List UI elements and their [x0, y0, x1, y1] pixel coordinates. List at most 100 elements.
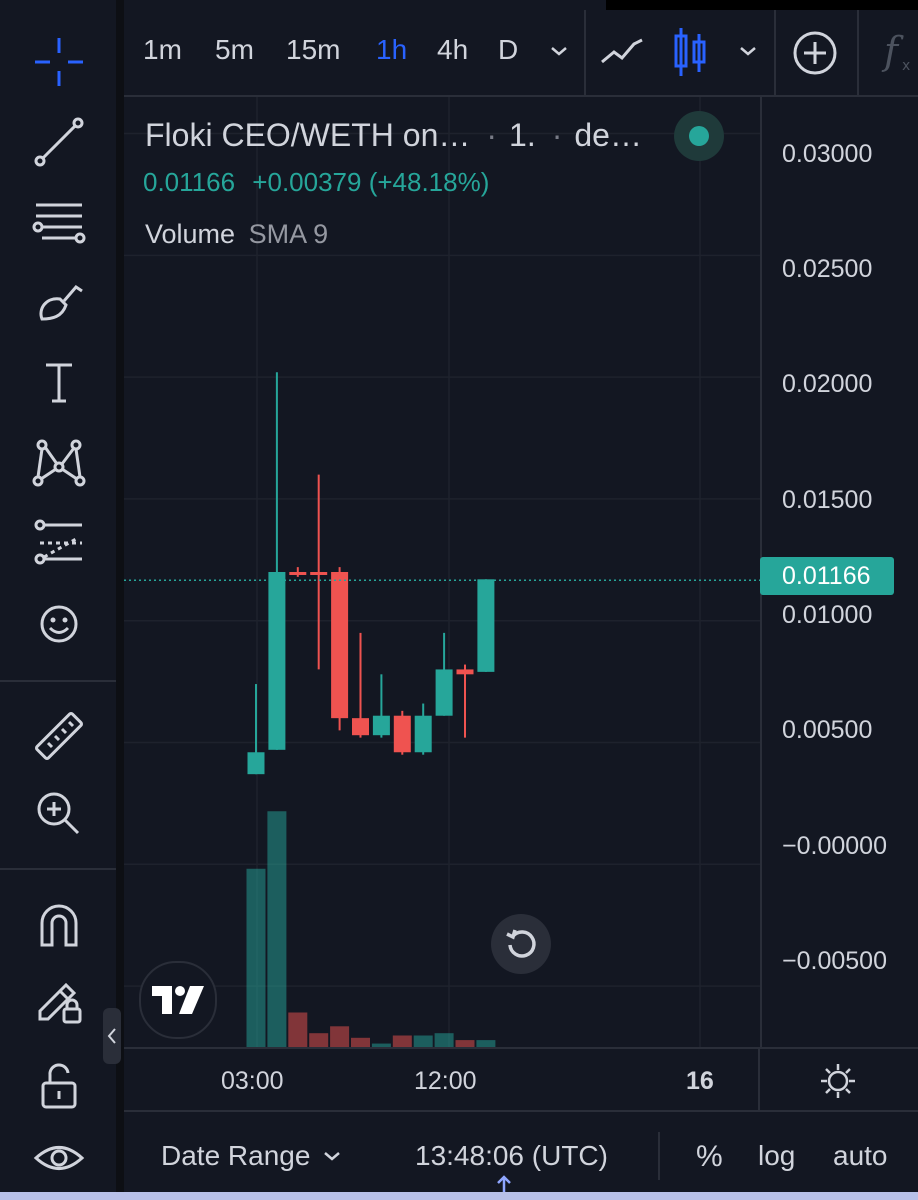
arrow-up-icon — [497, 1175, 511, 1194]
drawing-toolbar — [0, 0, 116, 1200]
current-price-label: 0.01166 — [782, 562, 871, 590]
lock-drawings-icon[interactable] — [22, 970, 96, 1030]
price-tick-label: 0.01500 — [782, 486, 873, 514]
nav-indicator-bar — [0, 1192, 918, 1200]
indicator-name: Volume — [145, 219, 236, 249]
pattern-icon[interactable] — [22, 432, 96, 492]
magnet-icon[interactable] — [22, 896, 96, 956]
reset-icon — [506, 929, 536, 958]
volume-bar — [455, 1040, 475, 1047]
bottom-toolbar: Date Range 13:48:06 (UTC) % log auto — [124, 1110, 918, 1194]
toolbar-divider — [857, 10, 859, 96]
eye-icon[interactable] — [22, 1128, 96, 1188]
toolbar-divider — [0, 680, 116, 682]
percent-scale-toggle[interactable]: % — [696, 1140, 723, 1174]
volume-bar — [330, 1026, 350, 1047]
symbol-legend[interactable]: Floki CEO/WETH on… · 1. · de… — [145, 117, 642, 154]
price-tick-label: −0.00500 — [782, 947, 887, 975]
toolbar-divider — [774, 10, 776, 96]
price-tick-label: −0.00000 — [782, 832, 887, 860]
volume-bar — [392, 1035, 412, 1047]
timeframe-15m[interactable]: 15m — [286, 34, 340, 66]
chevron-left-icon — [107, 1028, 116, 1044]
price-tick-label: 0.03000 — [782, 140, 873, 168]
candle-body — [310, 572, 328, 575]
candle-body — [247, 752, 265, 775]
candle-body — [289, 572, 307, 575]
price-tick-label: 0.02000 — [782, 370, 873, 398]
chart-pane[interactable]: Floki CEO/WETH on… · 1. · de… 0.01166 +0… — [124, 97, 760, 1047]
candle-body — [414, 715, 432, 753]
reset-chart-button[interactable] — [491, 914, 551, 974]
date-range-label: Date Range — [161, 1140, 311, 1171]
candle-body — [456, 669, 474, 675]
text-icon[interactable] — [22, 352, 96, 412]
forecast-icon[interactable] — [22, 512, 96, 572]
market-status-indicator[interactable] — [674, 111, 724, 161]
axis-divider — [758, 1049, 760, 1112]
volume-bar — [434, 1033, 454, 1047]
line-chart-icon[interactable] — [598, 32, 646, 72]
svg-text:x: x — [902, 58, 910, 74]
candles — [247, 372, 495, 775]
timeframe-4h[interactable]: 4h — [437, 34, 468, 66]
function-icon[interactable]: fx — [880, 26, 918, 76]
chevron-down-icon — [324, 1152, 341, 1161]
symbol-name: Floki CEO/WETH on… — [145, 117, 471, 153]
symbol-exchange: de… — [574, 117, 642, 153]
volume-bar — [413, 1035, 433, 1047]
candle-body — [435, 669, 453, 716]
crosshair-icon[interactable] — [22, 32, 96, 92]
add-indicator-icon[interactable] — [792, 30, 838, 76]
volume-bar — [267, 811, 287, 1047]
status-strip — [606, 0, 918, 10]
top-toolbar: 1m 5m 15m 1h 4h D fx — [124, 10, 918, 96]
timeframe-d[interactable]: D — [498, 34, 518, 66]
timeframe-5m[interactable]: 5m — [215, 34, 254, 66]
last-price: 0.01166 — [143, 167, 236, 197]
volume-bar — [351, 1037, 370, 1047]
tradingview-logo[interactable] — [139, 961, 217, 1039]
brush-icon[interactable] — [22, 272, 96, 332]
settings-icon[interactable] — [819, 1062, 857, 1100]
trend-line-icon[interactable] — [22, 112, 96, 172]
time-tick-label: 16 — [686, 1067, 714, 1095]
candle-body — [331, 572, 349, 719]
utc-clock[interactable]: 13:48:06 (UTC) — [415, 1140, 608, 1172]
candle-body — [352, 718, 369, 736]
chevron-down-icon[interactable] — [549, 44, 569, 58]
timeframe-1h[interactable]: 1h — [376, 34, 407, 66]
price-tick-label: 0.00500 — [782, 716, 873, 744]
unlock-icon[interactable] — [22, 1056, 96, 1116]
volume-bar — [288, 1012, 308, 1047]
toolbar-divider — [0, 868, 116, 870]
auto-scale-toggle[interactable]: auto — [833, 1140, 888, 1172]
indicator-params: SMA 9 — [248, 219, 329, 249]
log-scale-toggle[interactable]: log — [758, 1140, 795, 1172]
price-axis[interactable]: 0.03000 0.02500 0.02000 0.01500 0.01000 … — [760, 97, 918, 1047]
volume-bar — [246, 868, 266, 1047]
collapse-toolbar-button[interactable] — [103, 1008, 121, 1064]
time-tick-label: 03:00 — [221, 1067, 284, 1095]
ruler-icon[interactable] — [22, 706, 96, 766]
date-range-button[interactable]: Date Range — [161, 1140, 342, 1172]
volume-legend[interactable]: Volume SMA 9 — [145, 219, 328, 250]
market-open-dot — [689, 126, 709, 146]
chevron-down-icon[interactable] — [738, 44, 758, 58]
fib-lines-icon[interactable] — [22, 192, 96, 252]
volume-bar — [309, 1033, 329, 1047]
candles-icon[interactable] — [672, 24, 708, 80]
zoom-in-icon[interactable] — [22, 784, 96, 844]
volume-bar — [476, 1040, 496, 1047]
current-price-badge: 0.01166 — [760, 557, 894, 595]
legend-dot: · — [551, 117, 563, 153]
candle-body — [372, 715, 390, 736]
time-tick-label: 12:00 — [414, 1067, 477, 1095]
time-axis[interactable]: 03:00 12:00 16 — [124, 1047, 918, 1112]
candle-body — [268, 572, 286, 750]
volume-bars — [246, 811, 496, 1047]
candle-body — [477, 579, 495, 672]
timeframe-1m[interactable]: 1m — [143, 34, 182, 66]
price-tick-label: 0.02500 — [782, 255, 873, 283]
emoji-icon[interactable] — [22, 594, 96, 654]
